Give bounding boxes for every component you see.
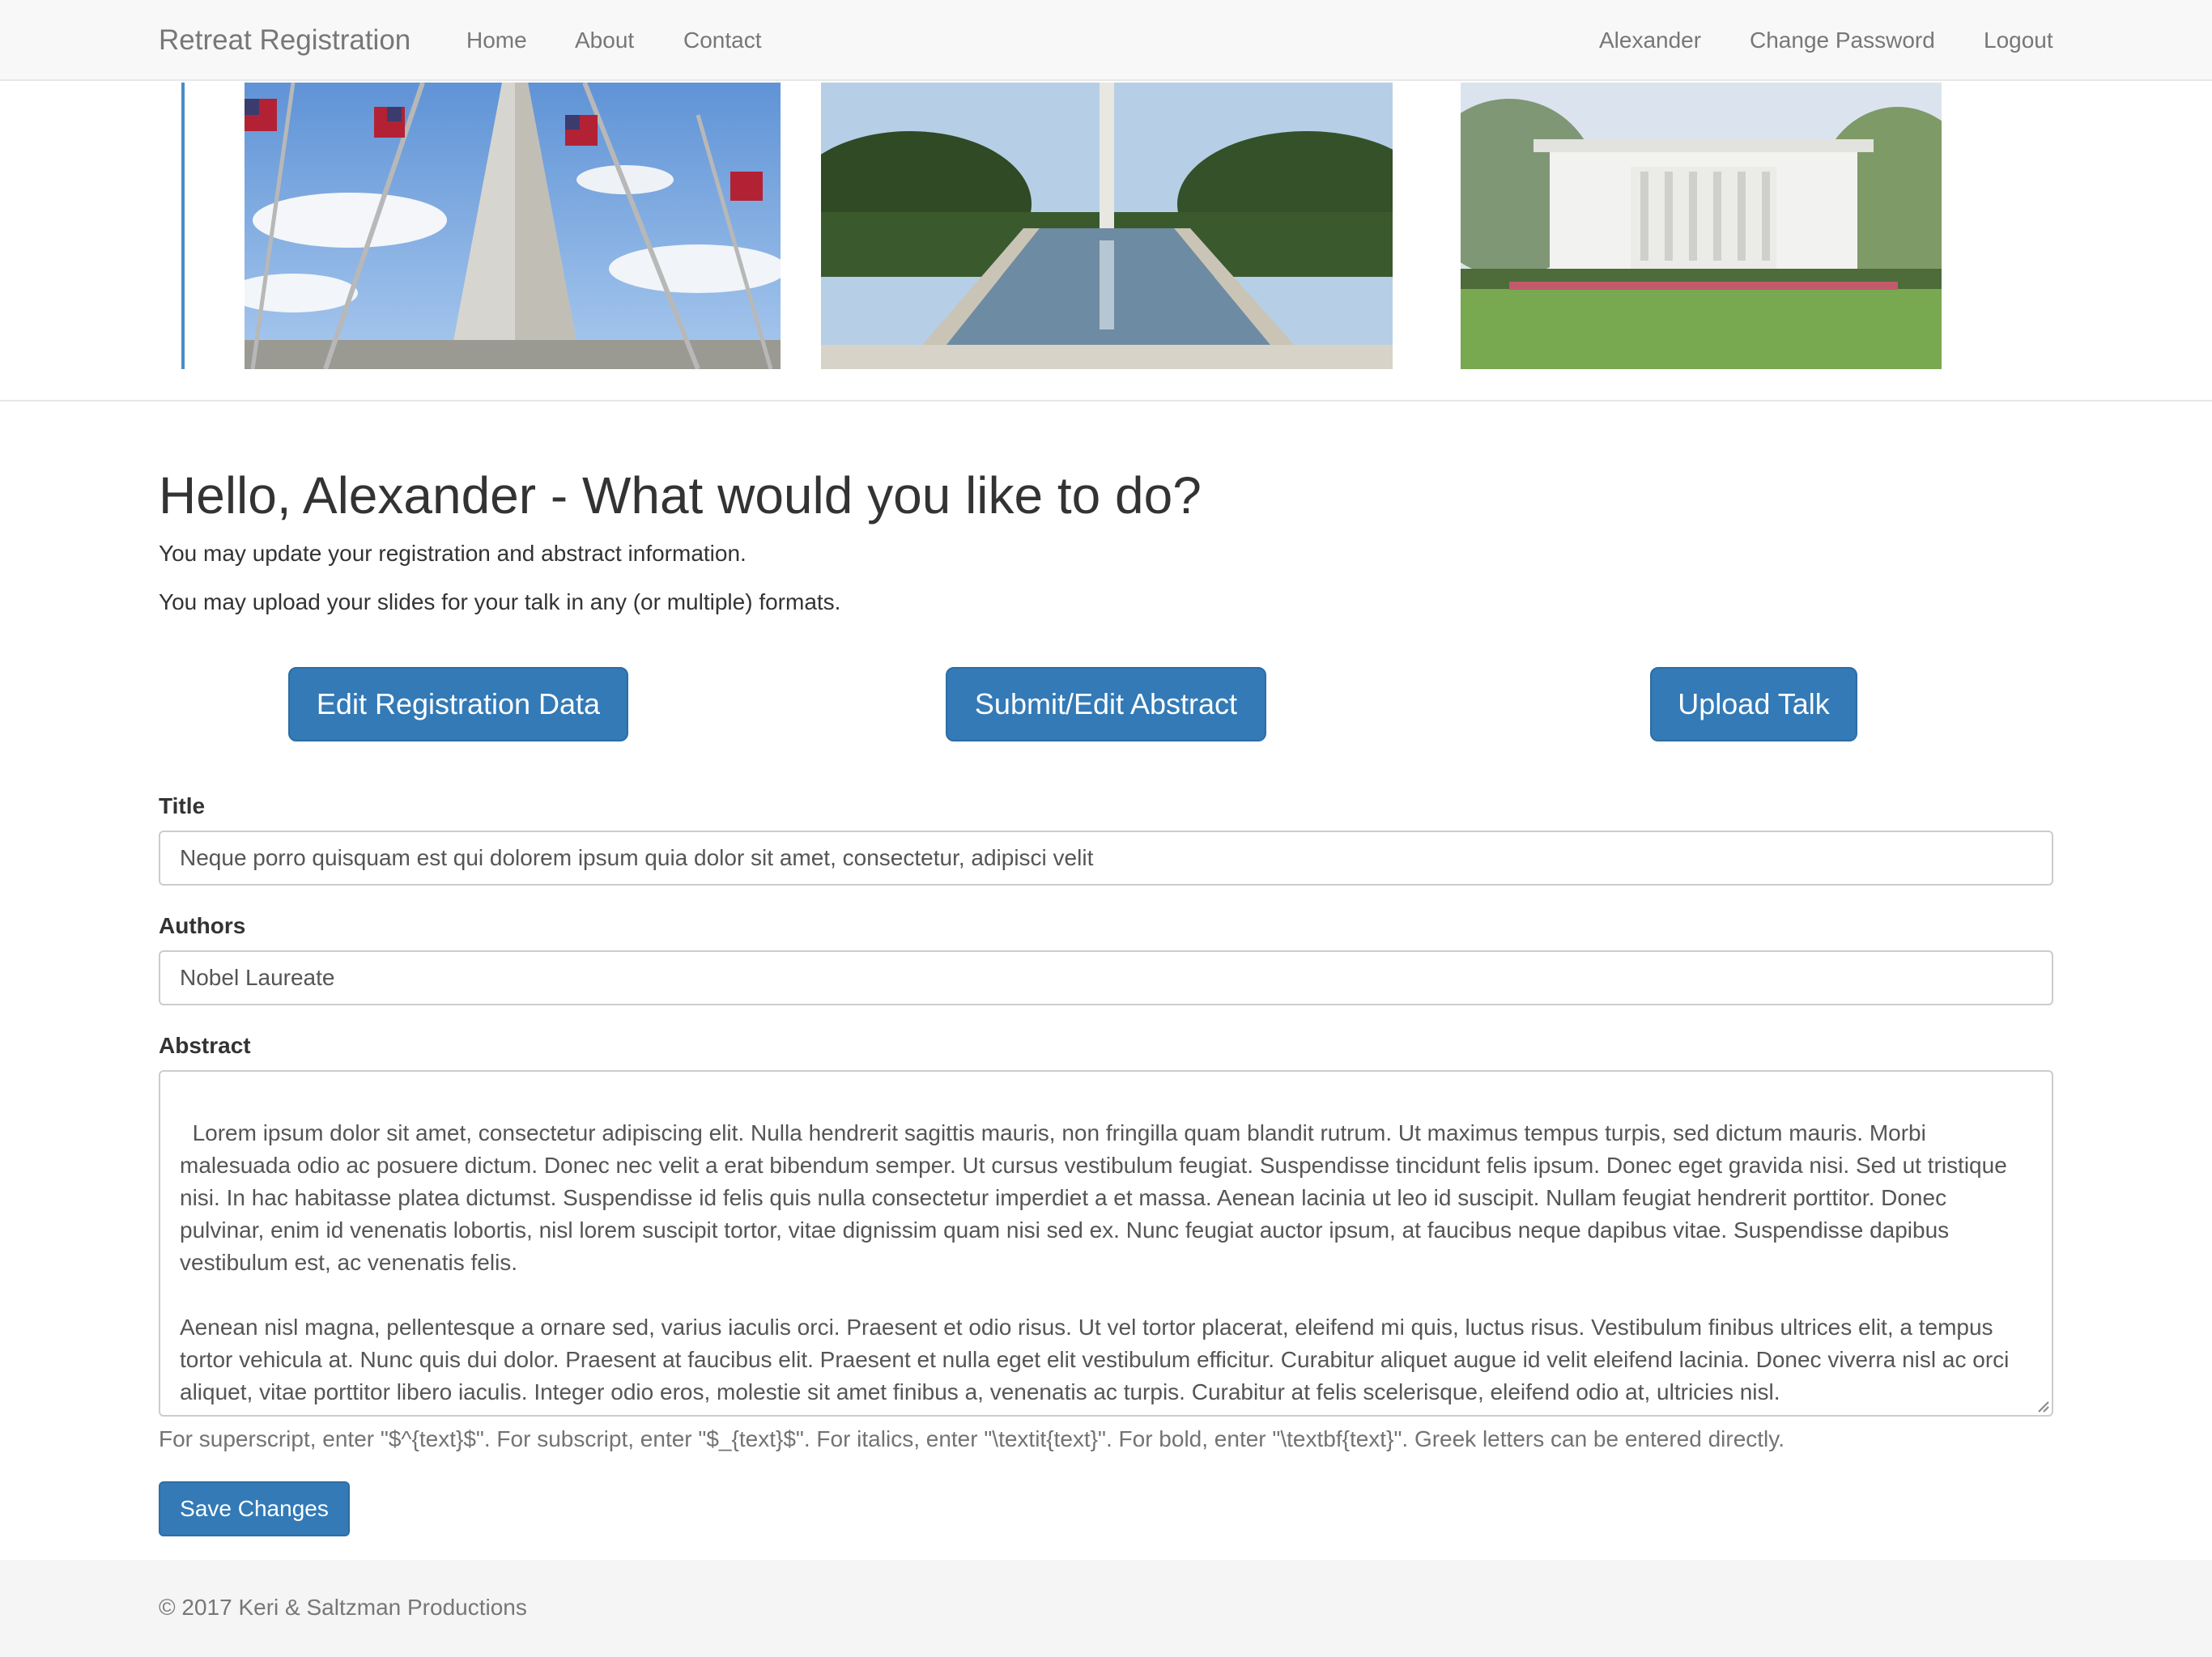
edit-registration-button[interactable]: Edit Registration Data (288, 667, 628, 741)
resize-grip-icon[interactable] (2035, 1399, 2050, 1413)
nav-logout-link[interactable]: Logout (1984, 0, 2053, 81)
intro-registration-text: You may update your registration and abs… (159, 541, 747, 566)
submit-edit-abstract-button[interactable]: Submit/Edit Abstract (946, 667, 1266, 741)
abstract-label: Abstract (159, 1033, 251, 1058)
abstract-textarea[interactable]: Lorem ipsum dolor sit amet, consectetur … (159, 1070, 2053, 1417)
washington-monument-flags-photo (245, 83, 781, 369)
page-title: Hello, Alexander - What would you like t… (159, 466, 1202, 525)
nav-contact-link[interactable]: Contact (683, 0, 762, 81)
title-label: Title (159, 793, 206, 818)
intro-upload-text: You may upload your slides for your talk… (159, 589, 841, 614)
nav-home-link[interactable]: Home (466, 0, 527, 81)
nav-about-link[interactable]: About (575, 0, 634, 81)
reflecting-pool-photo (821, 83, 1393, 369)
white-house-photo (1461, 83, 1942, 369)
photo-carousel (0, 81, 2212, 402)
save-changes-button[interactable]: Save Changes (159, 1481, 350, 1536)
abstract-text: Lorem ipsum dolor sit amet, consectetur … (180, 1120, 2010, 1404)
nav-user-link[interactable]: Alexander (1599, 0, 1701, 81)
nav-change-password-link[interactable]: Change Password (1750, 0, 1935, 81)
upload-talk-button[interactable]: Upload Talk (1650, 667, 1857, 741)
carousel-slide-edge (181, 83, 185, 369)
authors-label: Authors (159, 913, 246, 938)
top-navbar: Retreat Registration Home About Contact … (0, 0, 2212, 81)
page-footer: © 2017 Keri & Saltzman Productions (0, 1560, 2212, 1657)
title-input[interactable]: Neque porro quisquam est qui dolorem ips… (159, 831, 2053, 886)
brand-link[interactable]: Retreat Registration (159, 0, 410, 81)
formatting-help-text: For superscript, enter "$^{text}$". For … (159, 1426, 1784, 1451)
authors-input[interactable]: Nobel Laureate (159, 950, 2053, 1005)
copyright-text: © 2017 Keri & Saltzman Productions (159, 1595, 527, 1620)
